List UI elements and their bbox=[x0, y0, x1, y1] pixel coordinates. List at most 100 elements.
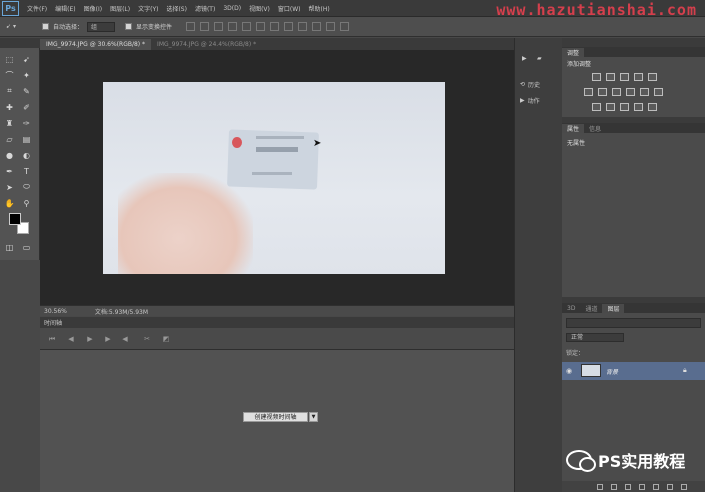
mask-icon[interactable] bbox=[625, 483, 631, 490]
hand-tool-icon[interactable]: ✋ bbox=[4, 198, 15, 208]
color-lookup-icon[interactable] bbox=[654, 88, 663, 96]
next-frame-icon[interactable]: ▶ bbox=[104, 335, 112, 343]
mini-dock-history[interactable]: ⟲ 历史 bbox=[520, 80, 540, 89]
mini-dock-play[interactable]: ▶ bbox=[522, 55, 530, 62]
move-tool-icon[interactable]: ➹ bbox=[21, 54, 32, 64]
menu-type[interactable]: 文字(Y) bbox=[138, 4, 158, 13]
exposure-icon[interactable] bbox=[634, 73, 643, 81]
tab-properties[interactable]: 属性 bbox=[562, 123, 585, 133]
selective-color-icon[interactable] bbox=[648, 103, 657, 111]
menu-filter[interactable]: 滤镜(T) bbox=[195, 4, 215, 13]
tab-info[interactable]: 信息 bbox=[584, 124, 606, 133]
gradient-map-icon[interactable] bbox=[634, 103, 643, 111]
menu-edit[interactable]: 编辑(E) bbox=[55, 4, 75, 13]
type-tool-icon[interactable]: T bbox=[21, 166, 32, 176]
tools-panel-header[interactable] bbox=[0, 38, 41, 48]
crop-tool-icon[interactable]: ⌗ bbox=[4, 86, 15, 96]
shape-tool-icon[interactable]: ⬭ bbox=[21, 182, 32, 192]
zoom-level[interactable]: 30.56% bbox=[44, 308, 67, 315]
vibrance-icon[interactable] bbox=[648, 73, 657, 81]
menu-view[interactable]: 视图(V) bbox=[249, 4, 270, 13]
previous-frame-icon[interactable]: ◀ bbox=[67, 335, 75, 343]
transition-icon[interactable]: ◩ bbox=[162, 335, 170, 343]
document-tab-active[interactable]: IMG_9974.JPG @ 30.6%(RGB/8) * bbox=[40, 39, 152, 50]
menu-layer[interactable]: 图层(L) bbox=[110, 4, 130, 13]
mini-dock-tools[interactable]: ▰ bbox=[537, 55, 545, 62]
color-balance-icon[interactable] bbox=[598, 88, 607, 96]
foreground-color-swatch[interactable] bbox=[9, 213, 21, 225]
align-left-icon[interactable] bbox=[228, 22, 238, 31]
distribute-top-icon[interactable] bbox=[270, 22, 280, 31]
align-bottom-icon[interactable] bbox=[214, 22, 224, 31]
eraser-tool-icon[interactable]: ▱ bbox=[4, 134, 15, 144]
menu-image[interactable]: 图像(I) bbox=[84, 4, 102, 13]
auto-select-checkbox[interactable] bbox=[42, 23, 49, 30]
blur-tool-icon[interactable]: ● bbox=[4, 150, 15, 160]
zoom-tool-icon[interactable]: ⚲ bbox=[21, 198, 32, 208]
lasso-tool-icon[interactable]: ⌒ bbox=[4, 70, 15, 80]
blend-mode-dropdown[interactable]: 正常 bbox=[566, 333, 624, 342]
timeline-tab[interactable]: 时间轴 bbox=[44, 318, 62, 327]
adjustment-layer-icon[interactable] bbox=[639, 483, 645, 490]
link-icon[interactable] bbox=[597, 483, 603, 490]
menu-help[interactable]: 帮助(H) bbox=[309, 4, 330, 13]
menu-window[interactable]: 窗口(W) bbox=[278, 4, 301, 13]
hue-saturation-icon[interactable] bbox=[584, 88, 593, 96]
menu-select[interactable]: 选择(S) bbox=[166, 4, 187, 13]
magic-wand-icon[interactable]: ✦ bbox=[21, 70, 32, 80]
align-center-icon[interactable] bbox=[242, 22, 252, 31]
distribute-center-icon[interactable] bbox=[326, 22, 336, 31]
layer-name[interactable]: 背景 bbox=[606, 367, 618, 376]
history-brush-icon[interactable]: ✑ bbox=[21, 118, 32, 128]
screen-mode-icon[interactable]: ▭ bbox=[21, 242, 32, 252]
folder-icon[interactable] bbox=[653, 483, 659, 490]
distribute-bottom-icon[interactable] bbox=[298, 22, 308, 31]
menu-file[interactable]: 文件(F) bbox=[27, 4, 47, 13]
levels-icon[interactable] bbox=[606, 73, 615, 81]
move-tool-preset[interactable]: ➹ ▾ bbox=[6, 20, 32, 34]
align-top-icon[interactable] bbox=[186, 22, 196, 31]
threshold-icon[interactable] bbox=[620, 103, 629, 111]
posterize-icon[interactable] bbox=[606, 103, 615, 111]
new-layer-icon[interactable] bbox=[667, 483, 673, 490]
tab-adjustments[interactable]: 调整 bbox=[562, 47, 585, 57]
eye-icon[interactable]: ◉ bbox=[566, 367, 572, 375]
curves-icon[interactable] bbox=[620, 73, 629, 81]
clone-stamp-icon[interactable]: ♜ bbox=[4, 118, 15, 128]
eyedropper-icon[interactable]: ✎ bbox=[21, 86, 32, 96]
menu-3d[interactable]: 3D(D) bbox=[223, 5, 241, 12]
create-video-timeline-button[interactable]: 创建视频时间轴 bbox=[243, 412, 308, 422]
align-middle-icon[interactable] bbox=[200, 22, 210, 31]
tab-layers[interactable]: 图层 bbox=[602, 303, 625, 313]
chevron-down-icon[interactable]: ▼ bbox=[309, 412, 318, 422]
invert-icon[interactable] bbox=[592, 103, 601, 111]
fx-icon[interactable] bbox=[611, 483, 617, 490]
brightness-icon[interactable] bbox=[592, 73, 601, 81]
auto-select-dropdown[interactable]: 组 bbox=[87, 21, 116, 32]
dodge-tool-icon[interactable]: ◐ bbox=[21, 150, 32, 160]
quick-mask-icon[interactable]: ◫ bbox=[4, 242, 15, 252]
path-select-icon[interactable]: ➤ bbox=[4, 182, 15, 192]
distribute-left-icon[interactable] bbox=[312, 22, 322, 31]
audio-icon[interactable]: ◀ bbox=[121, 335, 129, 343]
mini-dock-actions[interactable]: ▶ 动作 bbox=[520, 96, 540, 105]
brush-tool-icon[interactable]: ✐ bbox=[21, 102, 32, 112]
play-icon[interactable]: ▶ bbox=[86, 335, 94, 343]
align-right-icon[interactable] bbox=[256, 22, 266, 31]
pen-tool-icon[interactable]: ✒ bbox=[4, 166, 15, 176]
photo-filter-icon[interactable] bbox=[626, 88, 635, 96]
tab-3d[interactable]: 3D bbox=[562, 305, 580, 312]
document-tab[interactable]: IMG_9974.JPG @ 24.4%(RGB/8) * bbox=[151, 39, 262, 50]
trash-icon[interactable] bbox=[681, 483, 687, 490]
distribute-right-icon[interactable] bbox=[340, 22, 350, 31]
black-white-icon[interactable] bbox=[612, 88, 621, 96]
marquee-tool-icon[interactable]: ⬚ bbox=[4, 54, 15, 64]
tab-channels[interactable]: 通道 bbox=[580, 304, 602, 313]
layer-filter-bar[interactable] bbox=[566, 318, 701, 328]
distribute-middle-icon[interactable] bbox=[284, 22, 294, 31]
split-icon[interactable]: ✂ bbox=[143, 335, 151, 343]
show-transform-checkbox[interactable] bbox=[125, 23, 133, 30]
channel-mixer-icon[interactable] bbox=[640, 88, 649, 96]
first-frame-icon[interactable]: ⏮ bbox=[48, 335, 56, 343]
gradient-tool-icon[interactable]: ▤ bbox=[21, 134, 32, 144]
